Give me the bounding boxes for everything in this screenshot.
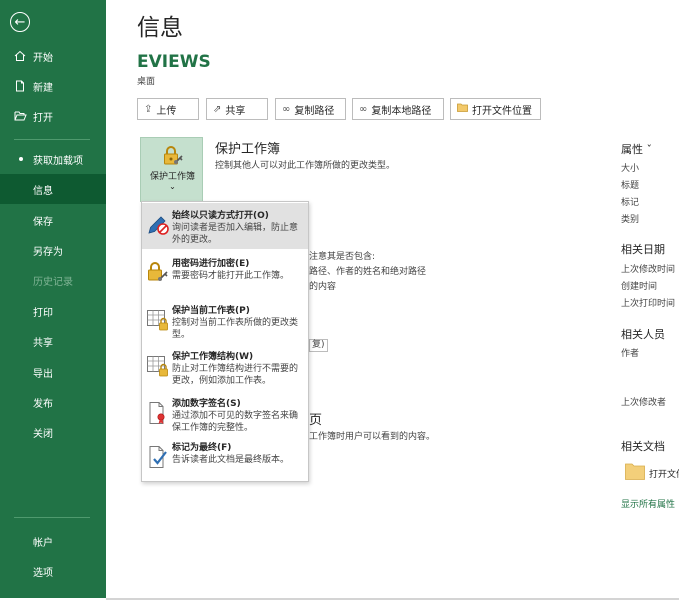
sidebar-item-info[interactable]: 信息 <box>0 174 106 204</box>
inspect-text: 注意其是否包含: <box>309 252 376 262</box>
menu-item-mark-as-final[interactable]: 标记为最终(F) 告诉读者此文档是最终版本。 <box>142 437 308 481</box>
signature-icon <box>149 402 165 424</box>
workbook-lock-icon <box>147 356 168 377</box>
folder-icon <box>457 103 468 115</box>
sidebar-item-home[interactable]: 开始 <box>0 41 106 71</box>
date-created: 创建时间 <box>621 282 658 292</box>
protect-tile-label: 保护工作簿 <box>149 172 195 182</box>
protect-section-title: 保护工作簿 <box>215 142 281 157</box>
partial-button[interactable]: 复) <box>309 339 328 352</box>
sidebar-item-share[interactable]: 共享 <box>0 326 106 356</box>
related-documents-heading: 相关文档 <box>621 440 665 453</box>
protect-workbook-menu: 始终以只读方式打开(O) 询问读者是否加入编辑，防止意外的更改。 用密码进行加密… <box>141 201 309 482</box>
link-icon: ∞ <box>282 103 291 115</box>
sidebar-item-save[interactable]: 保存 <box>0 205 106 235</box>
protect-section-desc: 控制其他人可以对此工作簿所做的更改类型。 <box>215 161 396 171</box>
sidebar-divider <box>14 517 90 518</box>
property-title: 标题 <box>621 181 640 191</box>
upload-icon: ⇪ <box>144 103 153 115</box>
open-file-location-link[interactable]: 打开文件 <box>649 467 679 480</box>
sidebar-item-account[interactable]: 帐户 <box>0 526 106 556</box>
sidebar-item-options[interactable]: 选项 <box>0 556 106 586</box>
inspect-text: 的内容 <box>309 282 337 292</box>
sidebar-divider <box>14 139 90 140</box>
upload-button[interactable]: ⇪ 上传 <box>137 98 199 120</box>
copy-local-path-button[interactable]: ∞ 复制本地路径 <box>352 98 444 120</box>
sidebar-item-get-addins[interactable]: 获取加载项 <box>0 144 106 174</box>
share-icon: ⇗ <box>213 103 222 115</box>
browser-view-desc: 工作簿时用户可以看到的内容。 <box>309 432 436 442</box>
file-name: EVIEWS <box>137 52 211 72</box>
menu-item-always-read-only[interactable]: 始终以只读方式打开(O) 询问读者是否加入编辑，防止意外的更改。 <box>142 203 308 249</box>
sidebar-item-close[interactable]: 关闭 <box>0 417 106 447</box>
folder-open-icon <box>13 109 27 123</box>
property-category: 类别 <box>621 215 640 225</box>
show-all-properties-link[interactable]: 显示所有属性 <box>621 497 675 510</box>
menu-item-add-digital-signature[interactable]: 添加数字签名(S) 通过添加不可见的数字签名来确保工作簿的完整性。 <box>142 391 308 437</box>
date-last-modified: 上次修改时间 <box>621 265 676 275</box>
back-button[interactable]: ← <box>10 12 30 32</box>
final-check-icon <box>149 446 167 468</box>
sidebar-item-publish[interactable]: 发布 <box>0 387 106 417</box>
chevron-down-icon: ⌄ <box>169 182 176 191</box>
menu-item-protect-workbook-structure[interactable]: 保护工作簿结构(W) 防止对工作簿结构进行不需要的更改，例如添加工作表。 <box>142 344 308 390</box>
link-icon: ∞ <box>359 103 368 115</box>
date-last-printed: 上次打印时间 <box>621 299 676 309</box>
sidebar-item-export[interactable]: 导出 <box>0 357 106 387</box>
section-title-partial: 页 <box>309 413 323 428</box>
property-tags: 标记 <box>621 198 640 208</box>
copy-path-button[interactable]: ∞ 复制路径 <box>275 98 346 120</box>
pencil-no-icon <box>148 216 169 235</box>
folder-icon <box>625 462 645 480</box>
people-last-modified-by: 上次修改者 <box>621 398 667 408</box>
sidebar-item-save-as[interactable]: 另存为 <box>0 235 106 265</box>
property-size: 大小 <box>621 164 640 174</box>
menu-item-encrypt-password[interactable]: 用密码进行加密(E) 需要密码才能打开此工作簿。 <box>142 251 308 297</box>
sidebar-item-print[interactable]: 打印 <box>0 296 106 326</box>
lock-key-icon <box>148 262 168 281</box>
sidebar: ← 开始 新建 打开 获取加载项 信息 保存 另存为 历史记录 打印 共享 导出… <box>0 0 106 598</box>
properties-heading[interactable]: 属性 ˇ <box>621 141 652 157</box>
lock-key-icon <box>164 146 183 165</box>
share-button[interactable]: ⇗ 共享 <box>206 98 268 120</box>
related-dates-heading: 相关日期 <box>621 243 665 256</box>
sidebar-item-history: 历史记录 <box>33 276 73 288</box>
page-title: 信息 <box>137 15 183 41</box>
people-author: 作者 <box>621 349 640 359</box>
arrow-left-icon: ← <box>14 14 26 30</box>
sidebar-item-open[interactable]: 打开 <box>0 101 106 131</box>
open-file-location-button[interactable]: 打开文件位置 <box>450 98 541 120</box>
related-people-heading: 相关人员 <box>621 328 665 341</box>
inspect-text: 路径、作者的姓名和绝对路径 <box>309 267 427 277</box>
protect-workbook-button[interactable]: 保护工作簿 ⌄ <box>140 137 203 202</box>
home-icon <box>13 49 27 63</box>
sidebar-item-new[interactable]: 新建 <box>0 71 106 101</box>
new-file-icon <box>13 79 27 93</box>
sheet-lock-icon <box>147 310 168 331</box>
menu-item-protect-sheet[interactable]: 保护当前工作表(P) 控制对当前工作表所做的更改类型。 <box>142 298 308 344</box>
file-path: 桌面 <box>137 77 156 87</box>
